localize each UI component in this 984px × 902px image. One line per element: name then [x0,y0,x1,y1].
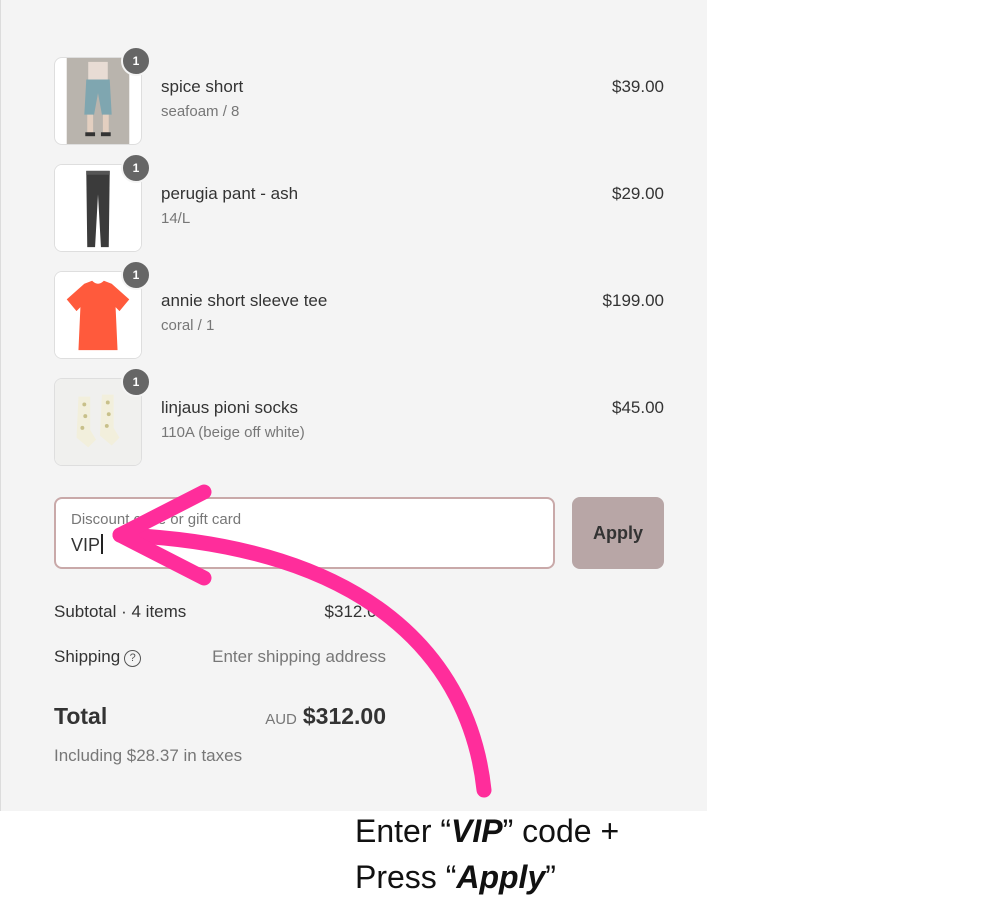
taxes-note: Including $28.37 in taxes [54,746,243,765]
discount-code-text: VIP [71,535,101,555]
item-variant: seafoam / 8 [161,103,240,120]
quantity-badge: 1 [121,367,151,397]
apply-button[interactable]: Apply [572,497,664,569]
item-name: linjaus pioni socks [161,398,299,417]
instruction-line-2: Press “Apply” [355,854,619,900]
discount-field-value[interactable]: VIP [71,534,104,556]
item-price: $39.00 [612,77,664,96]
instruction-suffix: ” [545,859,556,895]
total-label: Total [54,703,108,729]
shipping-row: Shipping? [54,647,142,667]
line-item: 1 annie short sleeve tee coral / 1 $199.… [54,260,664,359]
item-price: $45.00 [612,398,664,417]
total-value: $312.00 [302,703,386,729]
instruction-line-1: Enter “VIP” code + [355,808,619,854]
shipping-value: Enter shipping address [212,647,386,666]
instruction-prefix: Press “ [355,859,457,895]
discount-field-label: Discount code or gift card [71,511,242,528]
item-name: annie short sleeve tee [161,291,328,310]
instruction-code: VIP [451,813,503,849]
line-item: 1 linjaus pioni socks 110A (beige off wh… [54,367,664,466]
item-variant: 14/L [161,210,191,227]
instruction-suffix: ” code + [502,813,620,849]
total-amount: AUD $312.00 [265,703,386,730]
instruction-action: Apply [456,859,546,895]
help-icon[interactable]: ? [124,650,142,667]
quantity-badge: 1 [121,260,151,290]
quantity-badge: 1 [121,46,151,76]
instruction-prefix: Enter “ [355,813,452,849]
quantity-badge: 1 [121,153,151,183]
item-variant: 110A (beige off white) [161,424,305,441]
instruction-text: Enter “VIP” code + Press “Apply” [355,808,619,900]
currency-code: AUD [265,711,297,728]
item-name: perugia pant - ash [161,184,299,203]
text-cursor [101,534,104,554]
item-variant: coral / 1 [161,317,215,334]
subtotal-label: Subtotal · 4 items [54,602,187,621]
item-name: spice short [161,77,244,96]
subtotal-value: $312.00 [324,602,386,621]
line-item: 1 perugia pant - ash 14/L $29.00 [54,153,664,252]
item-price: $199.00 [602,291,664,310]
order-summary-panel: 1 spice short seafoam / 8 $39.00 1 perug… [0,0,707,811]
item-price: $29.00 [612,184,664,203]
line-item: 1 spice short seafoam / 8 $39.00 [54,46,664,145]
discount-code-input[interactable]: Discount code or gift card VIP [54,497,555,569]
shipping-label: Shipping [54,647,121,666]
